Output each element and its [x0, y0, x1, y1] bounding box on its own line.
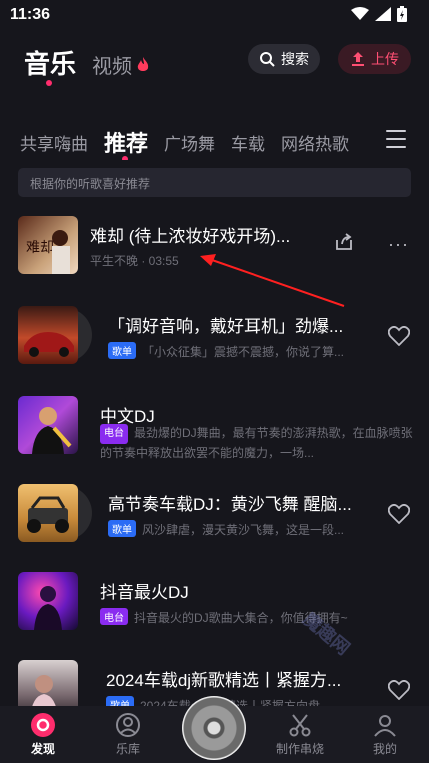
system-icons [351, 6, 407, 22]
cover-image [18, 484, 78, 542]
heart-icon[interactable] [388, 326, 410, 346]
tab-music-label: 音乐 [24, 49, 77, 79]
search-icon [260, 52, 275, 67]
playlist-title: 2024车载dj新歌精选丨紧握方... [106, 671, 342, 690]
category-tab-active[interactable]: 推荐 [104, 126, 149, 160]
category-tabs: 共享嗨曲 推荐 广场舞 车载 网络热歌 [20, 124, 380, 160]
radio-desc: 电台 最劲爆的DJ舞曲，最有节奏的澎湃热歌，在血脉喷张的节奏中释放出欲罢不能的魔力… [100, 424, 418, 460]
discover-icon [31, 713, 55, 737]
playlist-desc-text: 「小众征集」震撼不震撼，你说了算... [142, 345, 345, 359]
user-icon [374, 715, 396, 737]
cover-image [18, 396, 78, 454]
top-tabs: 音乐 视频 [24, 44, 150, 86]
badge-playlist: 歌单 [108, 520, 136, 537]
playlist-title: 「调好音响，戴好耳机」劲爆... [108, 317, 344, 336]
nav-mine[interactable]: 我的 [350, 712, 420, 757]
cover-image [18, 306, 78, 364]
now-playing-disc[interactable] [182, 696, 246, 760]
category-tab[interactable]: 车载 [231, 130, 265, 155]
category-menu-icon[interactable] [386, 130, 406, 148]
playlist-desc: 歌单 「小众征集」震撼不震撼，你说了算... [108, 342, 370, 360]
cover-image: 难却 [18, 216, 78, 274]
tab-video[interactable]: 视频 [92, 50, 150, 79]
tab-video-label: 视频 [92, 56, 133, 78]
playlist-title: 高节奏车载DJ：黄沙飞舞 醒脑... [108, 495, 352, 514]
list-item[interactable]: 中文DJ 电台 最劲爆的DJ舞曲，最有节奏的澎湃热歌，在血脉喷张的节奏中释放出欲罢… [0, 396, 429, 476]
category-tab[interactable]: 网络热歌 [281, 130, 349, 155]
scissors-icon [289, 714, 311, 737]
playlist-desc-text: 风沙肆虐，漫天黄沙飞舞，这是一段... [142, 523, 345, 537]
tab-music[interactable]: 音乐 [24, 44, 77, 86]
nav-mine-label: 我的 [372, 742, 397, 756]
song-title: 难却 (待上浓妆好戏开场)... [90, 227, 291, 246]
fire-icon [137, 56, 149, 71]
nav-make-medley[interactable]: 制作串烧 [265, 712, 335, 757]
badge-radio: 电台 [100, 608, 128, 625]
upload-label: 上传 [371, 51, 399, 67]
active-category-dot [122, 156, 128, 160]
more-icon[interactable]: ··· [388, 234, 409, 255]
radio-title: 抖音最火DJ [100, 583, 189, 602]
upload-icon [352, 52, 364, 66]
library-icon [116, 713, 140, 737]
nav-library[interactable]: 乐库 [93, 712, 163, 757]
category-tab[interactable]: 广场舞 [164, 130, 215, 155]
wifi-icon [351, 7, 369, 20]
battery-icon [397, 6, 407, 22]
svg-text:难却: 难却 [26, 240, 54, 256]
nav-library-label: 乐库 [115, 742, 140, 756]
list-item[interactable]: 难却 难却 (待上浓妆好戏开场)... 平生不晚 · 03:55 ··· [0, 216, 429, 296]
search-label: 搜索 [281, 51, 309, 67]
list-item[interactable]: 抖音最火DJ 电台 抖音最火的DJ歌曲大集合，你值得拥有~ [0, 572, 429, 652]
radio-desc: 电台 抖音最火的DJ歌曲大集合，你值得拥有~ [100, 608, 400, 626]
heart-icon[interactable] [388, 680, 410, 700]
cover-image [18, 572, 78, 630]
radio-desc-text: 最劲爆的DJ舞曲，最有节奏的澎湃热歌，在血脉喷张的节奏中释放出欲罢不能的魔力，一… [100, 426, 413, 460]
signal-icon [375, 7, 391, 21]
song-meta: 平生不晚 · 03:55 [90, 254, 179, 268]
status-bar: 11:36 [0, 0, 429, 32]
list-item[interactable]: 高节奏车载DJ：黄沙飞舞 醒脑... 歌单 风沙肆虐，漫天黄沙飞舞，这是一段... [0, 484, 429, 564]
nav-discover-label: 发现 [30, 742, 55, 756]
upload-button[interactable]: 上传 [338, 44, 411, 74]
heart-icon[interactable] [388, 504, 410, 524]
badge-playlist: 歌单 [108, 342, 136, 359]
status-time: 11:36 [10, 6, 51, 23]
search-button[interactable]: 搜索 [248, 44, 320, 74]
nav-discover[interactable]: 发现 [8, 712, 78, 757]
playlist-desc: 歌单 风沙肆虐，漫天黄沙飞舞，这是一段... [108, 520, 370, 538]
badge-radio: 电台 [100, 424, 128, 444]
category-tab[interactable]: 共享嗨曲 [20, 130, 88, 155]
active-tab-dot [46, 80, 52, 86]
share-icon[interactable] [334, 232, 354, 252]
category-tab-active-label: 推荐 [104, 131, 149, 156]
list-item[interactable]: 「调好音响，戴好耳机」劲爆... 歌单 「小众征集」震撼不震撼，你说了算... [0, 306, 429, 386]
nav-make-medley-label: 制作串烧 [275, 742, 324, 756]
recommend-hint: 根据你的听歌喜好推荐 [18, 168, 411, 197]
